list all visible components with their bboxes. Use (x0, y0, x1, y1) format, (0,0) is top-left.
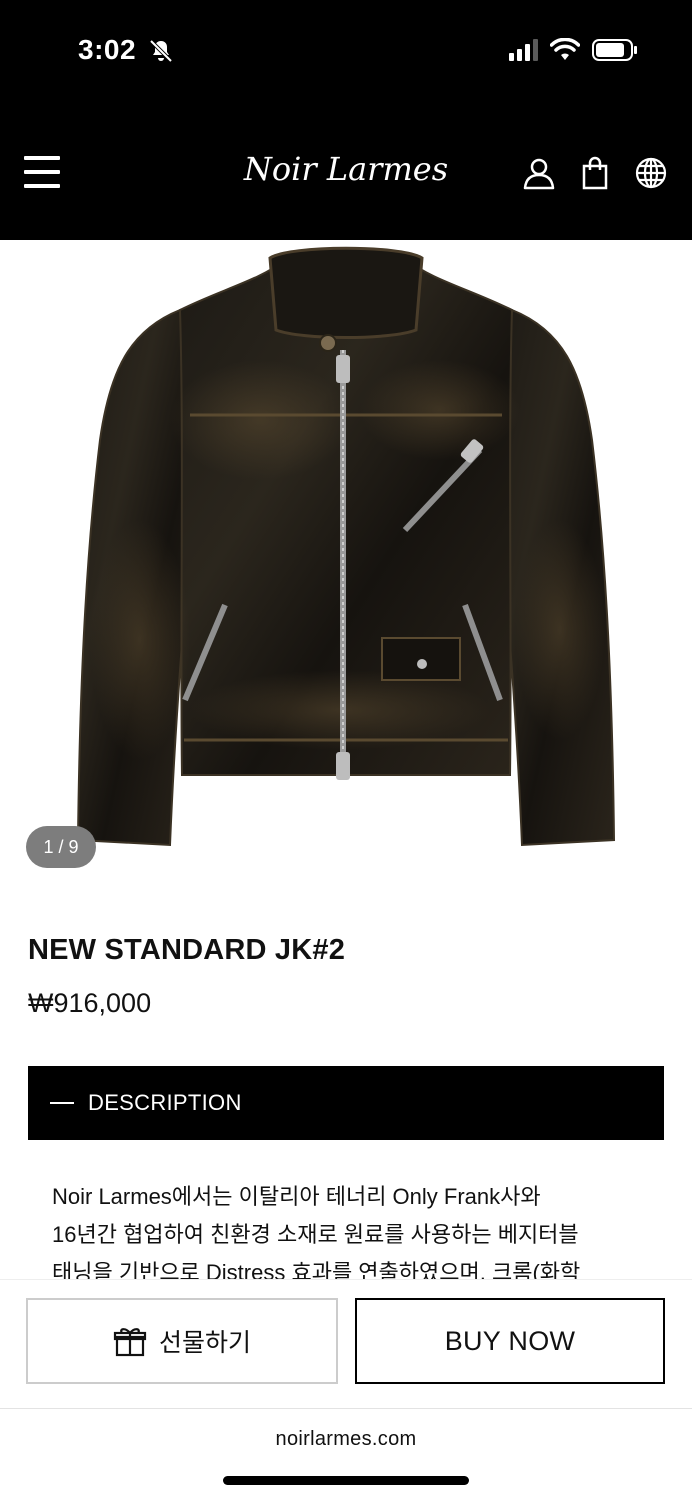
top-header: 3:02 Noir Larmes (0, 0, 692, 240)
product-description: Noir Larmes에서는 이탈리아 테너리 Only Frank사와 16년… (52, 1178, 652, 1292)
product-image[interactable] (60, 240, 632, 860)
header-actions (522, 156, 668, 190)
divider (0, 1408, 692, 1409)
product-price: ₩916,000 (28, 988, 152, 1018)
gift-icon (113, 1328, 147, 1357)
globe-icon[interactable] (634, 156, 668, 190)
cellular-signal-icon (509, 39, 538, 61)
gift-button[interactable]: 선물하기 (26, 1298, 338, 1384)
product-title: NEW STANDARD JK#2 (28, 934, 346, 966)
url-domain[interactable]: noirlarmes.com (0, 1428, 692, 1451)
status-indicators (509, 38, 638, 62)
accordion-label: DESCRIPTION (88, 1090, 242, 1115)
bell-slash-icon (149, 39, 173, 63)
wifi-icon (550, 38, 580, 60)
product-gallery[interactable] (0, 240, 692, 890)
buy-now-button[interactable]: BUY NOW (355, 1298, 665, 1384)
description-line: 16년간 협업하여 친환경 소재로 원료를 사용하는 베지터블 (52, 1222, 579, 1247)
brand-logo[interactable]: Noir Larmes (200, 150, 492, 188)
gift-button-label: 선물하기 (158, 1329, 251, 1357)
hamburger-menu-icon[interactable] (24, 156, 60, 188)
battery-icon (592, 39, 637, 61)
bottom-action-bar: 선물하기 BUY NOW noirlarmes.com (0, 1280, 692, 1500)
collapse-icon (50, 1102, 74, 1104)
navigation-bar: Noir Larmes (0, 140, 692, 210)
home-indicator[interactable] (223, 1476, 469, 1485)
image-counter: 1 / 9 (26, 826, 96, 868)
shopping-bag-icon[interactable] (578, 156, 612, 190)
status-time: 3:02 (78, 34, 137, 65)
description-accordion[interactable]: DESCRIPTION (28, 1066, 664, 1140)
user-icon[interactable] (522, 156, 556, 190)
buy-now-label: BUY NOW (444, 1325, 576, 1356)
description-line: Noir Larmes에서는 이탈리아 테너리 Only Frank사와 (52, 1184, 541, 1209)
